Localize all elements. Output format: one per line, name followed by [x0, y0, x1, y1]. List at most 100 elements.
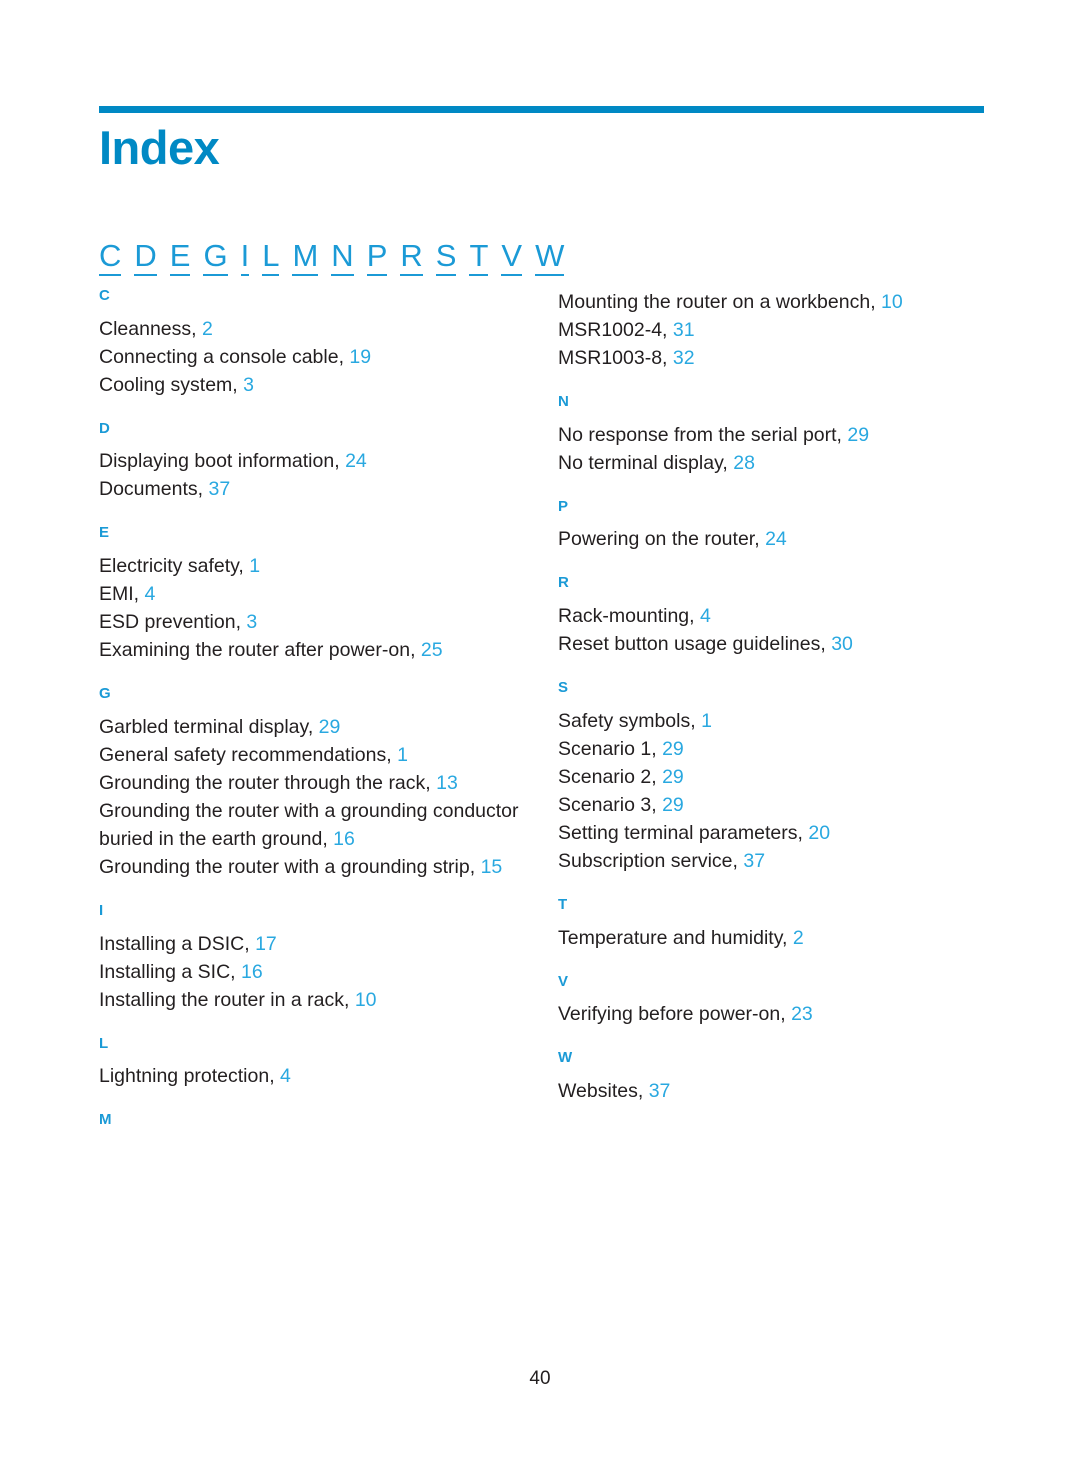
index-column-right: Mounting the router on a workbench, 10 MS…	[558, 288, 988, 1105]
page-title: Index	[99, 121, 220, 174]
index-entry-text: General safety recommendations,	[99, 743, 392, 766]
index-entry[interactable]: Displaying boot information, 24	[99, 447, 529, 475]
index-entry[interactable]: Safety symbols, 1	[558, 707, 988, 735]
alpha-link-c[interactable]: C	[99, 240, 122, 276]
index-entry-page-number[interactable]: 16	[241, 961, 263, 983]
index-entry[interactable]: Verifying before power-on, 23	[558, 1000, 988, 1028]
alpha-link-v[interactable]: V	[501, 240, 523, 276]
index-entry-page-number[interactable]: 4	[700, 605, 711, 627]
index-entry[interactable]: No terminal display, 28	[558, 449, 988, 477]
index-entry[interactable]: Powering on the router, 24	[558, 525, 988, 553]
index-entry-page-number[interactable]: 4	[280, 1065, 291, 1087]
index-entry-page-number[interactable]: 23	[791, 1003, 813, 1025]
index-entry[interactable]: MSR1003-8, 32	[558, 344, 988, 372]
index-entry-page-number[interactable]: 28	[733, 452, 755, 474]
alpha-link-r[interactable]: R	[400, 240, 423, 276]
index-entry-text: Lightning protection,	[99, 1065, 275, 1088]
index-entry-page-number[interactable]: 29	[847, 424, 869, 446]
index-entry-text: Cooling system,	[99, 373, 238, 396]
index-entry-page-number[interactable]: 3	[246, 611, 257, 633]
index-entry-text: Rack-mounting,	[558, 604, 695, 627]
index-entry[interactable]: Temperature and humidity, 2	[558, 924, 988, 952]
index-entry-page-number[interactable]: 24	[765, 528, 787, 550]
index-entry-page-number[interactable]: 25	[421, 639, 443, 661]
index-entry-page-number[interactable]: 15	[481, 856, 503, 878]
index-entry-page-number[interactable]: 31	[673, 319, 695, 341]
index-entry-page-number[interactable]: 19	[349, 346, 371, 368]
index-entry[interactable]: No response from the serial port, 29	[558, 421, 988, 449]
alpha-link-t[interactable]: T	[469, 240, 489, 276]
index-entry[interactable]: Installing a DSIC, 17	[99, 930, 529, 958]
index-entry[interactable]: Scenario 3, 29	[558, 791, 988, 819]
index-entry[interactable]: Websites, 37	[558, 1077, 988, 1105]
alpha-link-g[interactable]: G	[203, 240, 228, 276]
index-entry[interactable]: Garbled terminal display, 29	[99, 713, 529, 741]
index-entry[interactable]: MSR1002-4, 31	[558, 316, 988, 344]
index-entry[interactable]: Mounting the router on a workbench, 10	[558, 288, 988, 316]
alpha-link-d[interactable]: D	[134, 240, 157, 276]
index-entry-page-number[interactable]: 32	[673, 347, 695, 369]
index-entry[interactable]: Grounding the router through the rack, 1…	[99, 769, 529, 797]
index-entry-page-number[interactable]: 29	[662, 766, 684, 788]
index-entry-page-number[interactable]: 20	[808, 822, 830, 844]
index-entry[interactable]: Grounding the router with a grounding co…	[99, 797, 529, 853]
index-entry[interactable]: Grounding the router with a grounding st…	[99, 853, 529, 881]
alpha-link-n[interactable]: N	[331, 240, 354, 276]
alpha-link-l[interactable]: L	[262, 240, 280, 276]
index-entry[interactable]: Reset button usage guidelines, 30	[558, 630, 988, 658]
index-entry[interactable]: Scenario 1, 29	[558, 735, 988, 763]
index-entry-text: Subscription service,	[558, 850, 738, 873]
index-entry-text: Scenario 3,	[558, 793, 657, 816]
alpha-link-w[interactable]: W	[535, 240, 565, 276]
index-entry-page-number[interactable]: 29	[662, 794, 684, 816]
index-entry-page-number[interactable]: 4	[145, 583, 156, 605]
alpha-link-m[interactable]: M	[292, 240, 319, 276]
index-entry[interactable]: Documents, 37	[99, 475, 529, 503]
index-entry[interactable]: General safety recommendations, 1	[99, 741, 529, 769]
index-entry-page-number[interactable]: 2	[202, 318, 213, 340]
index-entry[interactable]: Installing the router in a rack, 10	[99, 986, 529, 1014]
index-entry-page-number[interactable]: 17	[255, 933, 277, 955]
index-entry-page-number[interactable]: 37	[649, 1080, 671, 1102]
index-entry-page-number[interactable]: 13	[436, 772, 458, 794]
index-entry[interactable]: Cleanness, 2	[99, 315, 529, 343]
index-entry[interactable]: Examining the router after power-on, 25	[99, 636, 529, 664]
index-entry-page-number[interactable]: 29	[662, 738, 684, 760]
index-entry[interactable]: Rack-mounting, 4	[558, 602, 988, 630]
index-section-heading-s: S	[558, 679, 569, 697]
index-section-heading-m: M	[99, 1111, 112, 1129]
index-entry-page-number[interactable]: 1	[701, 710, 712, 732]
index-entry-page-number[interactable]: 1	[397, 744, 408, 766]
index-entry-page-number[interactable]: 29	[319, 716, 341, 738]
index-entry[interactable]: Setting terminal parameters, 20	[558, 819, 988, 847]
index-entry[interactable]: Lightning protection, 4	[99, 1062, 529, 1090]
index-entry-text: MSR1002-4,	[558, 319, 668, 342]
index-entry-page-number[interactable]: 30	[831, 633, 853, 655]
alpha-link-p[interactable]: P	[366, 240, 388, 276]
alpha-link-e[interactable]: E	[169, 240, 191, 276]
index-entry-text: Grounding the router through the rack,	[99, 771, 431, 794]
index-entry[interactable]: Connecting a console cable, 19	[99, 343, 529, 371]
index-entry-page-number[interactable]: 1	[249, 555, 260, 577]
index-entry-page-number[interactable]: 10	[355, 989, 377, 1011]
index-entry[interactable]: EMI, 4	[99, 580, 529, 608]
alpha-link-s[interactable]: S	[435, 240, 457, 276]
index-entry-page-number[interactable]: 2	[793, 927, 804, 949]
index-entry[interactable]: Cooling system, 3	[99, 371, 529, 399]
index-entry[interactable]: ESD prevention, 3	[99, 608, 529, 636]
index-entry-page-number[interactable]: 3	[243, 374, 254, 396]
index-entry[interactable]: Subscription service, 37	[558, 847, 988, 875]
index-entry[interactable]: Electricity safety, 1	[99, 552, 529, 580]
alpha-link-i[interactable]: I	[240, 240, 250, 276]
index-entry[interactable]: Scenario 2, 29	[558, 763, 988, 791]
index-column-left: C Cleanness, 2 Connecting a console cable,…	[99, 287, 529, 1139]
index-entry-page-number[interactable]: 24	[345, 450, 367, 472]
index-entry-page-number[interactable]: 37	[743, 850, 765, 872]
index-section-heading-i: I	[99, 902, 104, 920]
index-entry[interactable]: Installing a SIC, 16	[99, 958, 529, 986]
index-entry-page-number[interactable]: 10	[881, 291, 903, 313]
index-entry-text: Installing the router in a rack,	[99, 988, 350, 1011]
index-entry-page-number[interactable]: 37	[208, 478, 230, 500]
index-entry-text: Cleanness,	[99, 317, 197, 340]
index-entry-page-number[interactable]: 16	[333, 828, 355, 850]
